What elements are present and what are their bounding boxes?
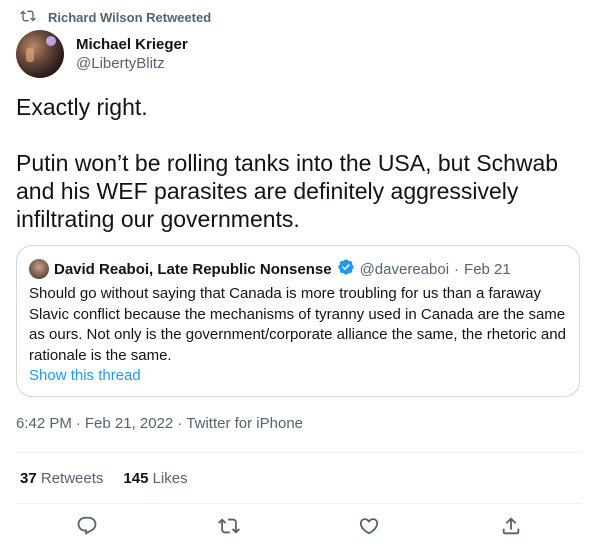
retweet-icon (20, 8, 36, 27)
tweet-text: Exactly right. Putin won’t be rolling ta… (16, 93, 582, 233)
tweet-stats: 37 Retweets 145 Likes (20, 470, 188, 487)
tweet-actions (16, 510, 582, 544)
separator-dot: · (454, 260, 460, 278)
likes-count: 145 (123, 470, 149, 487)
retweets-label: Retweets (40, 470, 104, 487)
show-thread-link[interactable]: Show this thread (29, 367, 141, 384)
retweet-context-text: Richard Wilson Retweeted (48, 9, 212, 25)
tweet-time[interactable]: 6:42 PM (16, 415, 72, 432)
separator-dot: · (177, 415, 183, 432)
quoted-author-avatar (29, 259, 49, 279)
quoted-author-handle: @davereaboi (359, 260, 450, 278)
divider (16, 452, 582, 453)
author-handle[interactable]: @LibertyBlitz (76, 55, 188, 72)
verified-badge-icon (337, 258, 355, 280)
retweet-icon[interactable] (218, 515, 240, 537)
separator-dot: · (75, 415, 81, 432)
avatar[interactable] (16, 30, 64, 78)
like-icon[interactable] (358, 515, 380, 537)
likes-label: Likes (152, 470, 188, 487)
retweet-context[interactable]: Richard Wilson Retweeted (20, 8, 211, 26)
tweet-metadata: 6:42 PM · Feb 21, 2022 · Twitter for iPh… (16, 415, 303, 432)
tweet-author[interactable]: Michael Krieger @LibertyBlitz (16, 30, 188, 78)
quoted-tweet-header: David Reaboi, Late Republic Nonsense @da… (29, 258, 511, 280)
divider (16, 503, 582, 504)
tweet-text-line-1: Exactly right. (16, 94, 148, 120)
author-display-name[interactable]: Michael Krieger (76, 36, 188, 53)
tweet-text-line-2: Putin won’t be rolling tanks into the US… (16, 150, 559, 232)
share-icon[interactable] (500, 515, 522, 537)
tweet-date[interactable]: Feb 21, 2022 (85, 415, 173, 432)
quoted-tweet[interactable]: David Reaboi, Late Republic Nonsense @da… (16, 245, 580, 397)
reply-icon[interactable] (76, 515, 98, 537)
likes-stat[interactable]: 145 Likes (123, 470, 187, 487)
quoted-tweet-date[interactable]: Feb 21 (464, 261, 511, 278)
quoted-tweet-text: Should go without saying that Canada is … (29, 285, 566, 364)
retweets-count: 37 (20, 470, 37, 487)
retweets-stat[interactable]: 37 Retweets (20, 470, 103, 487)
quoted-author-name: David Reaboi, Late Republic Nonsense (54, 260, 332, 278)
tweet-source[interactable]: Twitter for iPhone (186, 415, 303, 432)
